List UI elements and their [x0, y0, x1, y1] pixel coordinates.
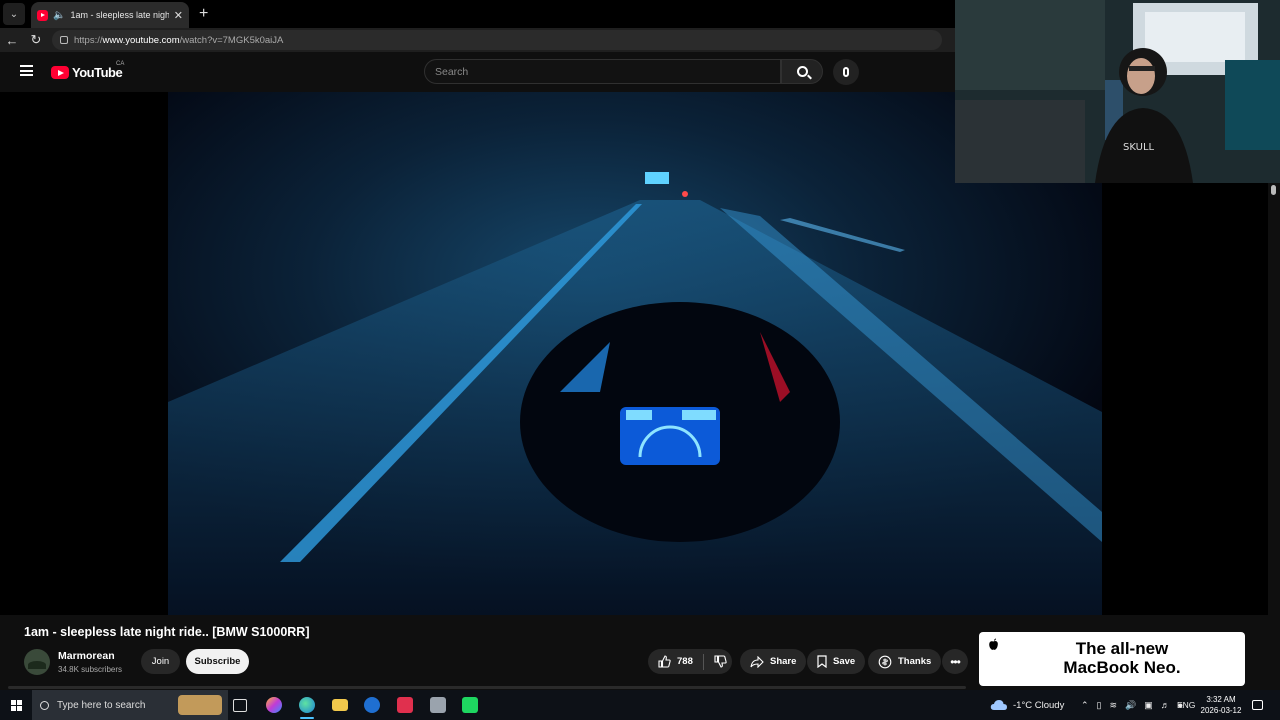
mic-icon — [843, 67, 849, 77]
media-app-icon[interactable] — [462, 697, 478, 713]
edge-active-indicator — [300, 717, 314, 719]
file-explorer-icon[interactable] — [332, 699, 348, 711]
horizontal-scrollbar-thumb[interactable] — [8, 686, 966, 689]
voice-search-button[interactable] — [833, 59, 859, 85]
system-tray[interactable]: ⌃ ▯ ≋ 🔊 ▣ ♬ ● — [1081, 690, 1183, 720]
lock-icon — [60, 36, 68, 44]
browser-tab[interactable]: 🔈 1am - sleepless late night ride ✕ — [31, 2, 189, 28]
edge-browser-icon[interactable] — [299, 697, 315, 713]
windows-icon[interactable] — [11, 700, 22, 711]
search-icon — [796, 66, 808, 77]
dislike-icon[interactable] — [714, 655, 727, 668]
reload-icon[interactable]: ↻ — [24, 32, 48, 48]
url-host: www.youtube.com — [102, 34, 180, 46]
display-icon[interactable]: ▣ — [1144, 700, 1153, 711]
search-input[interactable]: Search — [424, 59, 781, 84]
avatar[interactable] — [24, 649, 50, 675]
thanks-label: Thanks — [898, 656, 932, 667]
webcam-feed: SKULL — [955, 0, 1280, 183]
volume-icon[interactable]: 🔊 — [1125, 700, 1136, 711]
clock-date: 2026-03-12 — [1200, 706, 1242, 715]
subscriber-count: 34.8K subscribers — [58, 665, 123, 674]
tray-overflow-icon[interactable]: ⌃ — [1081, 700, 1089, 711]
copilot-icon[interactable] — [266, 697, 282, 713]
menu-icon[interactable] — [20, 65, 33, 76]
ad-banner[interactable]: The all-new MacBook Neo. — [979, 632, 1245, 686]
network-icon[interactable]: ≋ — [1110, 700, 1118, 711]
thanks-icon — [878, 655, 892, 668]
url-bar[interactable]: https://www.youtube.com/watch?v=7MGK5k0a… — [52, 30, 942, 50]
more-actions-button[interactable]: ••• — [942, 649, 968, 674]
screen: ⌄ 🔈 1am - sleepless late night ride ✕ + … — [0, 0, 1280, 720]
share-icon — [750, 655, 764, 668]
language-indicator[interactable]: ENG — [1177, 690, 1195, 720]
like-divider — [702, 653, 704, 670]
clock[interactable]: 3:32 AM 2026-03-12 — [1198, 694, 1244, 716]
url-prefix: https:// — [74, 34, 103, 46]
taskbar-search[interactable]: Type here to search — [32, 690, 228, 720]
speaker-tray-icon[interactable]: ♬ — [1161, 700, 1170, 710]
shirt-print: SKULL — [1123, 142, 1155, 153]
ad-text-line2: MacBook Neo. — [1063, 658, 1181, 677]
back-icon[interactable]: ← — [0, 33, 24, 48]
youtube-play-icon — [51, 66, 69, 79]
youtube-favicon-icon — [37, 9, 48, 21]
like-count: 788 — [677, 656, 693, 667]
search-highlight-image — [178, 695, 222, 715]
folder-app-icon[interactable] — [430, 697, 446, 713]
webcam-overlay: SKULL — [955, 0, 1280, 183]
outlook-icon[interactable] — [364, 697, 380, 713]
share-label: Share — [770, 656, 797, 667]
like-icon — [658, 655, 671, 668]
page-scrollbar[interactable] — [1268, 183, 1280, 688]
gift-app-icon[interactable] — [397, 697, 413, 713]
speaker-icon[interactable]: 🔈 — [53, 10, 65, 21]
search-button[interactable] — [781, 59, 823, 84]
like-button[interactable]: 788 — [648, 649, 732, 674]
notification-icon[interactable] — [1252, 700, 1263, 710]
ad-text: The all-new MacBook Neo. — [979, 639, 1245, 677]
ad-text-line1: The all-new — [1075, 639, 1169, 658]
region-code: CA — [116, 61, 125, 67]
new-tab-button[interactable]: + — [199, 5, 208, 23]
weather-text: -1°C Cloudy — [1013, 699, 1065, 711]
task-view-icon[interactable] — [233, 699, 247, 712]
tab-title: 1am - sleepless late night ride — [70, 10, 169, 20]
taskbar-search-icon — [40, 700, 49, 710]
video-title: 1am - sleepless late night ride.. [BMW S… — [24, 625, 310, 639]
scrollbar-thumb[interactable] — [1271, 185, 1276, 195]
youtube-logo[interactable]: YouTube CA — [51, 61, 124, 80]
save-label: Save — [833, 656, 856, 667]
thanks-button[interactable]: Thanks — [868, 649, 942, 674]
battery-icon[interactable]: ▯ — [1097, 700, 1102, 711]
cloud-icon — [990, 700, 1007, 710]
tab-list-icon[interactable]: ⌄ — [3, 3, 25, 25]
url-text: https://www.youtube.com/watch?v=7MGK5k0a… — [74, 35, 283, 46]
join-button[interactable]: Join — [141, 649, 180, 674]
subscribe-button[interactable]: Subscribe — [186, 649, 249, 674]
logo-text: YouTube — [72, 65, 123, 80]
clock-time: 3:32 AM — [1206, 695, 1236, 704]
save-icon — [817, 655, 827, 668]
weather-widget[interactable]: -1°C Cloudy — [990, 690, 1064, 720]
channel-name[interactable]: Marmorean — [58, 650, 115, 662]
taskbar-search-placeholder: Type here to search — [57, 699, 146, 711]
close-icon[interactable]: ✕ — [174, 9, 183, 22]
save-button[interactable]: Save — [807, 649, 866, 674]
url-path: /watch?v=7MGK5k0aiJA — [179, 34, 284, 46]
share-button[interactable]: Share — [740, 649, 807, 674]
taskbar: Type here to search -1°C Cloudy ⌃ ▯ ≋ 🔊 … — [0, 690, 1280, 720]
